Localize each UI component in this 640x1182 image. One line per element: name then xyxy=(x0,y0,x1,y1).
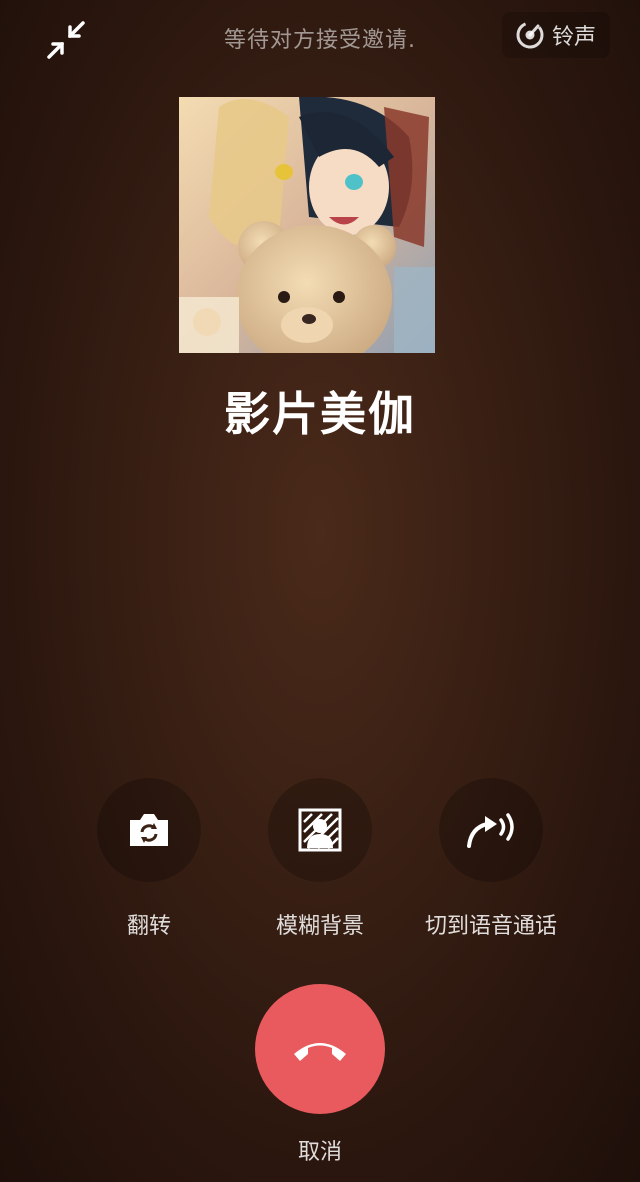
hang-up-button[interactable] xyxy=(255,984,385,1114)
blur-background-action: 模糊背景 xyxy=(230,778,410,940)
hang-up-icon xyxy=(294,1043,346,1061)
ringtone-label: 铃声 xyxy=(551,25,596,50)
camera-flip-icon xyxy=(130,814,168,846)
contact-name: 影片美伽 xyxy=(224,387,416,441)
blur-background-icon xyxy=(298,808,342,852)
hang-up-label: 取消 xyxy=(297,1140,342,1165)
blur-background-label: 模糊背景 xyxy=(275,914,364,939)
switch-to-voice-button[interactable] xyxy=(439,778,543,882)
contact-avatar xyxy=(179,97,435,353)
ringtone-icon xyxy=(516,21,544,49)
blur-background-button[interactable] xyxy=(268,778,372,882)
flip-camera-label: 翻转 xyxy=(126,914,171,939)
voice-call-switch-icon xyxy=(467,813,514,848)
flip-camera-action: 翻转 xyxy=(59,778,239,940)
ringtone-button[interactable]: 铃声 xyxy=(501,12,610,58)
switch-to-voice-label: 切到语音通话 xyxy=(424,914,557,939)
flip-camera-button[interactable] xyxy=(97,778,201,882)
switch-to-voice-action: 切到语音通话 xyxy=(401,778,581,940)
